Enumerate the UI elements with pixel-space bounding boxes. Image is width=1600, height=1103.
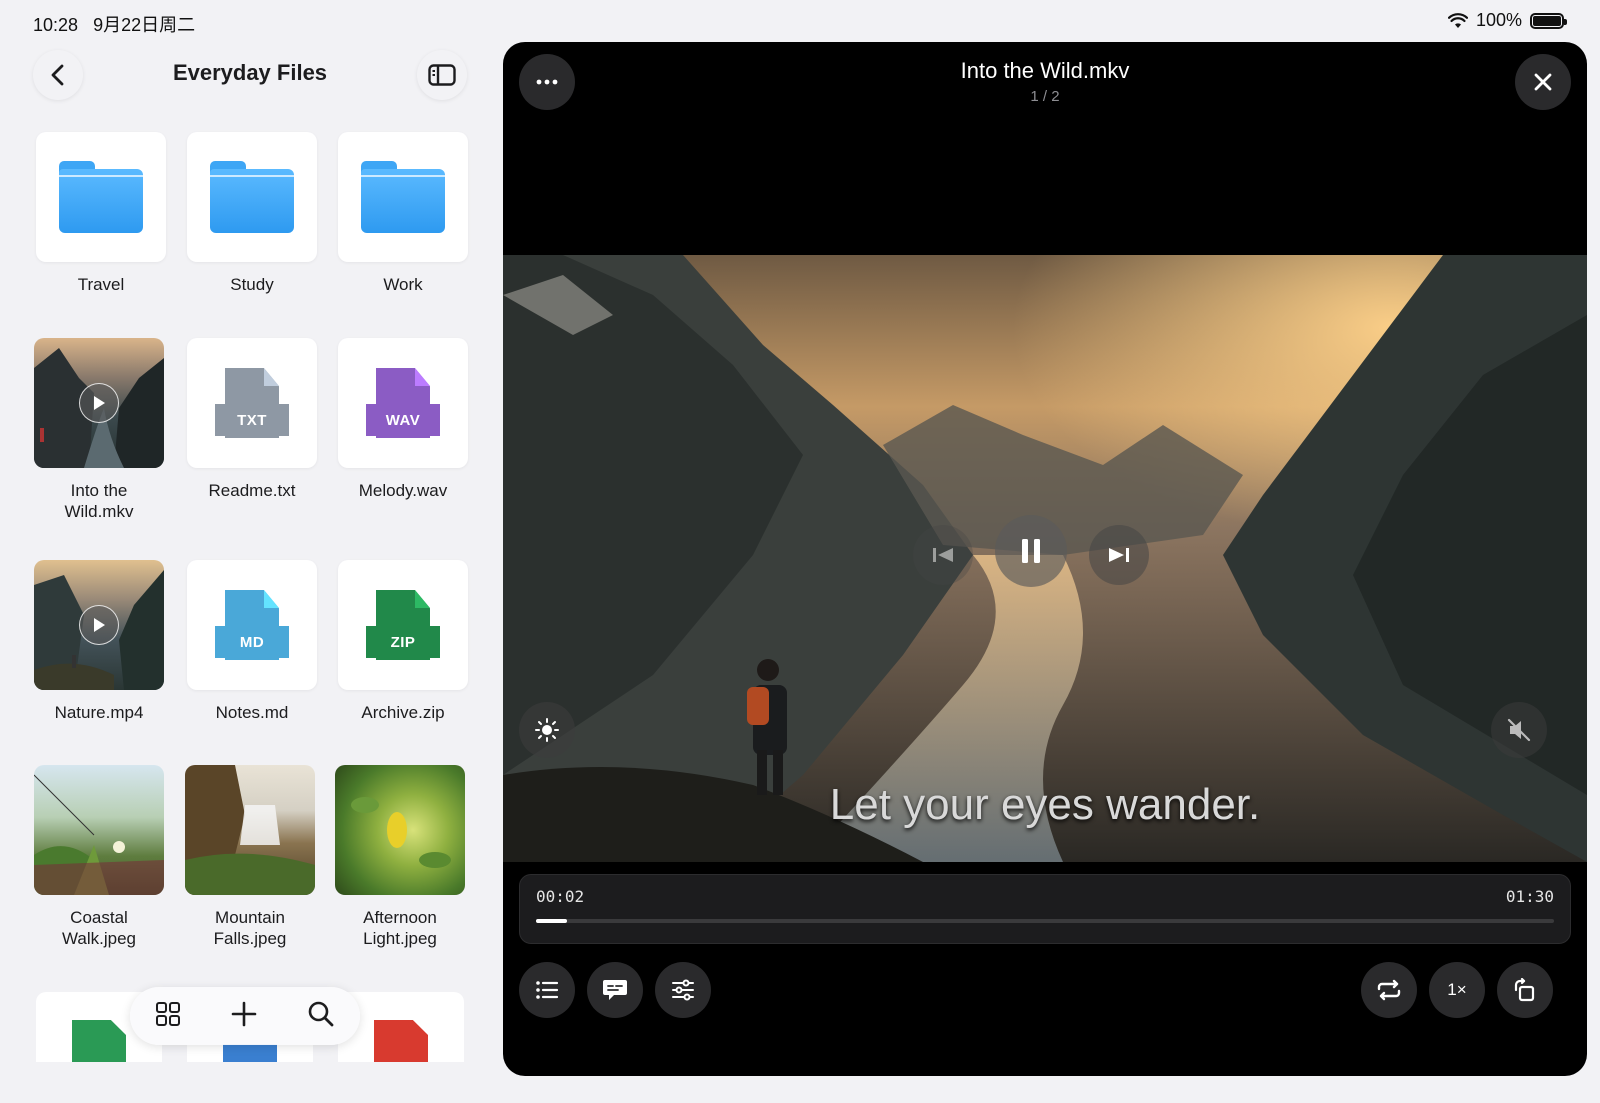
list-icon: [536, 981, 559, 999]
video-thumbnail: [34, 560, 164, 690]
adjustments-button[interactable]: [655, 962, 711, 1018]
pause-icon: [1022, 539, 1040, 563]
brightness-button[interactable]: [519, 702, 575, 758]
grid-item-into-the-wild[interactable]: Into the Wild.mkv: [34, 338, 164, 522]
doc-thumbnail: MD: [187, 560, 317, 690]
folder-thumbnail: [338, 132, 468, 262]
play-icon: [79, 605, 119, 645]
video-counter: 1 / 2: [1030, 88, 1060, 105]
folder-thumbnail: [187, 132, 317, 262]
rotate-icon: [1514, 978, 1535, 1002]
grid-item-mountain-falls[interactable]: Mountain Falls.jpeg: [185, 765, 315, 949]
item-label: Notes.md: [215, 703, 289, 722]
txt-file-icon: TXT: [215, 368, 289, 438]
mute-button[interactable]: [1491, 702, 1547, 758]
status-bar: 10:28 9月22日周二 100%: [0, 0, 1600, 42]
folder-icon: [361, 161, 445, 233]
item-label: Nature.mp4: [54, 703, 144, 722]
current-time: 00:02: [536, 887, 585, 906]
photo-thumbnail: [185, 765, 315, 895]
item-label: Melody.wav: [358, 481, 448, 500]
wav-file-icon: WAV: [366, 368, 440, 438]
sliders-icon: [672, 979, 694, 1001]
grid-item-study[interactable]: Study: [187, 132, 317, 295]
status-time: 10:28 9月22日周二: [33, 15, 196, 35]
add-button[interactable]: [231, 1001, 257, 1032]
progress-slider[interactable]: [536, 919, 1554, 923]
subtitles-button[interactable]: [587, 962, 643, 1018]
folder-thumbnail: [36, 132, 166, 262]
item-label: Travel: [77, 275, 125, 294]
battery-icon: [1530, 12, 1567, 29]
duration: 01:30: [1505, 887, 1554, 906]
item-label: Study: [230, 275, 274, 294]
speed-label: 1×: [1447, 980, 1467, 999]
pause-button[interactable]: [995, 515, 1067, 587]
item-label: Coastal Walk.jpeg: [61, 908, 136, 948]
doc-thumbnail: WAV: [338, 338, 468, 468]
skip-forward-icon: [1109, 548, 1129, 562]
video-title: Into the Wild.mkv: [960, 58, 1130, 83]
video-thumbnail: [34, 338, 164, 468]
item-label: Work: [383, 275, 423, 294]
next-button[interactable]: [1089, 525, 1149, 585]
rotate-button[interactable]: [1497, 962, 1553, 1018]
status-right: 100%: [1447, 10, 1567, 31]
video-player: Into the Wild.mkv 1 / 2 Let your eyes wa…: [503, 42, 1587, 1076]
grid-item-nature[interactable]: Nature.mp4: [34, 560, 164, 723]
battery-percent: 100%: [1475, 10, 1522, 30]
playback-speed-button[interactable]: 1×: [1429, 962, 1485, 1018]
doc-thumbnail: TXT: [187, 338, 317, 468]
item-label: Mountain Falls.jpeg: [213, 908, 287, 948]
item-label: Archive.zip: [361, 703, 445, 722]
folder-icon: [210, 161, 294, 233]
plus-icon: [231, 1001, 257, 1026]
item-label: Into the Wild.mkv: [64, 481, 134, 521]
file-browser: Everyday Files Travel Study Work Into th…: [0, 42, 490, 1103]
item-label: Readme.txt: [208, 481, 296, 500]
md-file-icon: MD: [215, 590, 289, 660]
progress-fill: [536, 919, 567, 923]
repeat-icon: [1377, 979, 1401, 1001]
previous-button[interactable]: [913, 525, 973, 585]
repeat-button[interactable]: [1361, 962, 1417, 1018]
file-icon: [374, 1020, 428, 1062]
grid-view-button[interactable]: [155, 1001, 181, 1032]
grid-item-readme[interactable]: TXT Readme.txt: [187, 338, 317, 501]
close-icon: [1534, 73, 1552, 91]
bottom-toolbar: [130, 987, 360, 1045]
skip-back-icon: [933, 548, 953, 562]
grid-item-coastal-walk[interactable]: Coastal Walk.jpeg: [34, 765, 164, 949]
video-subtitle: Let your eyes wander.: [829, 780, 1261, 829]
grid-item-notes[interactable]: MD Notes.md: [187, 560, 317, 723]
folder-icon: [59, 161, 143, 233]
video-frame[interactable]: Let your eyes wander.: [503, 255, 1587, 862]
toggle-sidebar-button[interactable]: [417, 50, 467, 100]
photo-thumbnail: [34, 765, 164, 895]
grid-item-melody[interactable]: WAV Melody.wav: [338, 338, 468, 501]
file-icon: [72, 1020, 126, 1062]
sidebar-icon: [428, 64, 456, 86]
sun-icon: [535, 718, 559, 742]
grid-item-archive[interactable]: ZIP Archive.zip: [338, 560, 468, 723]
doc-thumbnail: ZIP: [338, 560, 468, 690]
grid-item-travel[interactable]: Travel: [36, 132, 166, 295]
grid-item-work[interactable]: Work: [338, 132, 468, 295]
file-icon: [223, 1044, 277, 1062]
progress-panel: 00:02 01:30: [519, 874, 1571, 944]
item-label: Afternoon Light.jpeg: [363, 908, 437, 948]
grid-item-afternoon-light[interactable]: Afternoon Light.jpeg: [335, 765, 465, 949]
search-button[interactable]: [307, 1000, 335, 1033]
play-icon: [79, 383, 119, 423]
zip-file-icon: ZIP: [366, 590, 440, 660]
photo-thumbnail: [335, 765, 465, 895]
close-button[interactable]: [1515, 54, 1571, 110]
playlist-button[interactable]: [519, 962, 575, 1018]
wifi-icon: [1447, 12, 1468, 28]
grid-icon: [156, 1001, 180, 1026]
speaker-muted-icon: [1507, 718, 1531, 742]
search-icon: [308, 1001, 334, 1026]
caption-bubble-icon: [603, 980, 627, 1000]
